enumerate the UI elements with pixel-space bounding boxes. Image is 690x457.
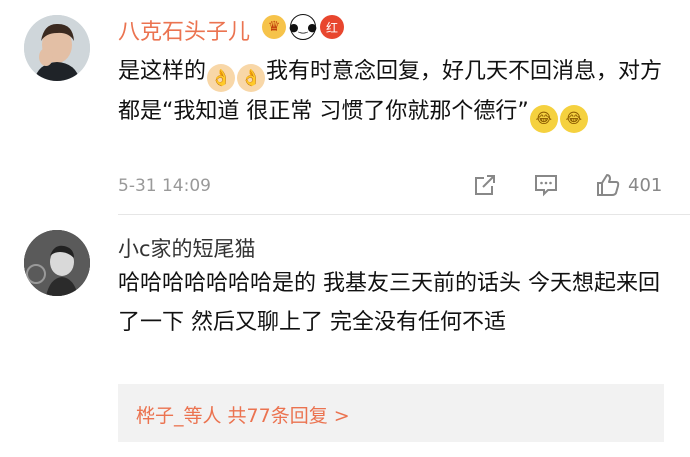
like-count: 401 xyxy=(628,174,663,196)
replies-summary-link[interactable]: 桦子_等人 共77条回复 > xyxy=(136,401,350,428)
comment-button[interactable] xyxy=(533,170,559,200)
comment-timestamp: 5-31 14:09 xyxy=(118,176,211,196)
thumbs-up-icon xyxy=(597,174,620,196)
user-avatar[interactable] xyxy=(24,230,90,296)
ok-hand-emoji-icon: 👌 xyxy=(237,64,266,92)
share-button[interactable] xyxy=(472,170,498,200)
red-badge-label: 红 xyxy=(325,20,338,35)
share-icon xyxy=(475,175,495,195)
user-badges: ♛ ●‿● 红 xyxy=(262,14,344,40)
laugh-cry-emoji-icon: 😂 xyxy=(529,105,558,133)
like-button[interactable]: 401 xyxy=(594,170,662,200)
comment-username[interactable]: 小c家的短尾猫 xyxy=(118,233,256,263)
user-avatar[interactable] xyxy=(24,15,90,81)
red-badge-icon[interactable]: 红 xyxy=(320,15,344,39)
comment-icon xyxy=(535,175,557,197)
comment-text: 是这样的 👌 👌 我有时意念回复，好几天不回消息，对方都是“我知道 很正常 习惯了你就… xyxy=(118,52,678,133)
laugh-cry-emoji-icon: 😂 xyxy=(559,105,588,133)
comment-text-part: 是这样的 xyxy=(118,59,207,84)
panda-badge-icon[interactable]: ●‿● xyxy=(289,14,317,40)
crown-badge-icon[interactable]: ♛ xyxy=(262,15,286,39)
replies-summary[interactable]: 桦子_等人 共77条回复 > xyxy=(118,384,664,442)
comment-text: 哈哈哈哈哈哈哈是的 我基友三天前的话头 今天想起来回了一下 然后又聊上了 完全没… xyxy=(118,271,660,335)
comment-username[interactable]: 八克石头子儿 xyxy=(118,14,250,46)
ok-hand-emoji-icon: 👌 xyxy=(207,64,236,92)
comment-divider xyxy=(118,214,690,215)
